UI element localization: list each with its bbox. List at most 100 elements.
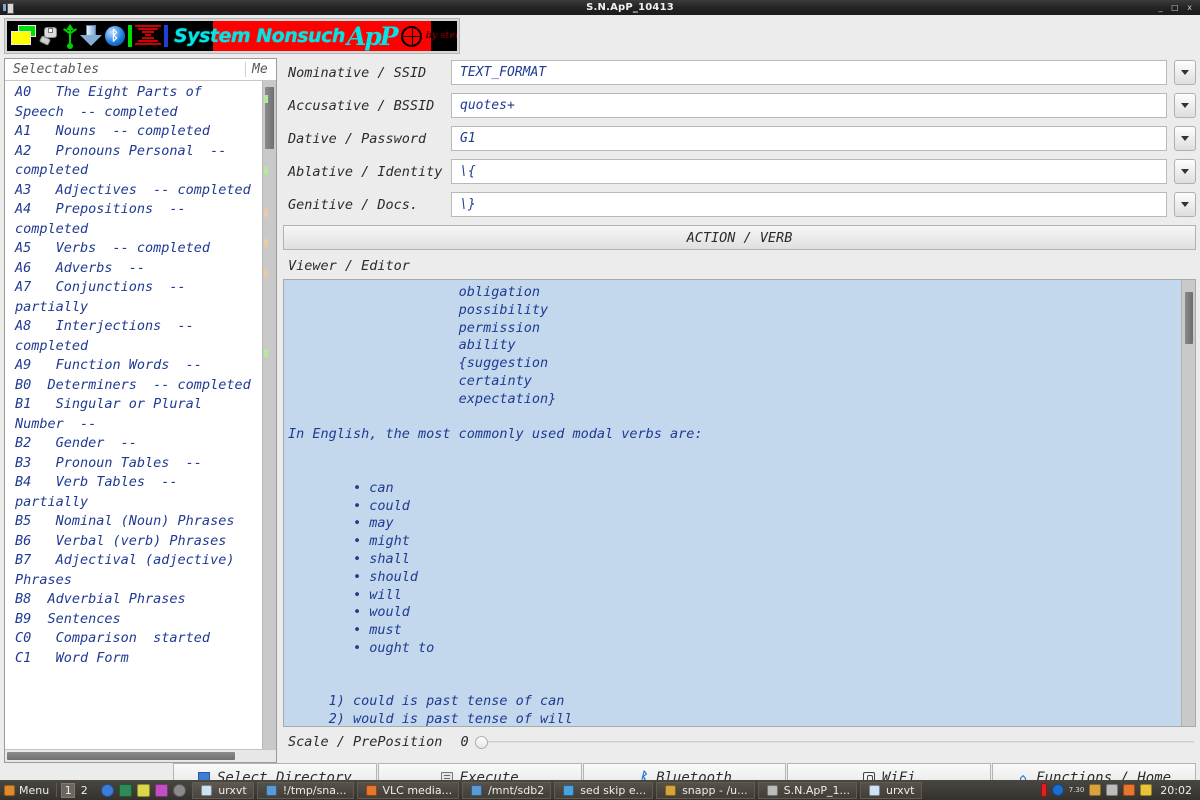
scrollbar-thumb[interactable] [1185,292,1193,344]
file-icon [471,784,483,796]
task-label: urxvt [218,783,247,797]
list-item[interactable]: C1 Word Form [15,649,262,669]
start-menu-button[interactable]: Menu [0,780,56,800]
form-field-row: Ablative / Identity \{ [283,159,1196,184]
vlc-icon [365,784,377,796]
scrollbar-marker [264,349,268,357]
list-item[interactable]: A4 Prepositions -- completed [15,200,262,239]
list-item[interactable]: B5 Nominal (Noun) Phrases [15,512,262,532]
notes-icon[interactable] [137,783,151,797]
field-label: Accusative / BSSID [288,97,435,114]
quick-launch[interactable] [95,783,192,797]
keyboard-icon[interactable] [1106,784,1119,796]
list-item[interactable]: C0 Comparison started [15,629,262,649]
taskbar-task[interactable]: !/tmp/sna... [256,781,354,799]
list-item[interactable]: A1 Nouns -- completed [15,122,262,142]
application-window: ᛒ System Nonsuch ApP by stencae .() Copy… [0,15,1200,793]
clock: 20:02 [1160,783,1192,797]
slider-knob[interactable] [474,736,488,749]
field-input[interactable]: TEXT_FORMAT [451,60,1167,85]
viewer-vertical-scrollbar[interactable] [1181,280,1195,726]
chevron-down-icon[interactable] [1174,60,1196,85]
scrollbar-marker [264,239,268,247]
banner-copyright: by stencae .() Copyright 2020 [425,31,457,41]
viewer-content[interactable]: obligation possibility permission abilit… [284,280,1181,726]
selectables-vertical-scrollbar[interactable] [262,81,276,749]
field-label: Nominative / SSID [288,64,427,81]
banner-brand-text: System Nonsuch [174,25,345,47]
clipboard-icon[interactable] [1089,784,1102,796]
field-input[interactable]: \{ [451,159,1167,184]
main-form-panel: Nominative / SSID TEXT_FORMAT Accusative /… [283,60,1196,760]
chevron-down-icon[interactable] [1174,93,1196,118]
taskbar-task[interactable]: S.N.ApP_1... [757,781,857,799]
list-item[interactable]: B1 Singular or Plural Number -- [15,395,262,434]
scale-slider[interactable] [473,733,1196,751]
list-item[interactable]: A3 Adjectives -- completed [15,181,262,201]
titlebar-icon-group [0,3,120,14]
desktop-2[interactable]: 2 [77,784,91,797]
action-verb-button[interactable]: ACTION / VERB [283,225,1196,250]
globe-icon [400,25,422,47]
desktop-switcher[interactable]: 12 [57,782,95,798]
selectables-header-label: Selectables [13,62,100,77]
taskbar-task[interactable]: urxvt [859,781,922,799]
list-item[interactable]: B9 Sentences [15,610,262,630]
field-input[interactable]: quotes+ [451,93,1167,118]
taskbar-task[interactable]: /mnt/sdb2 [462,781,552,799]
scrollbar-thumb[interactable] [7,752,235,760]
field-input[interactable]: G1 [451,126,1167,151]
battery-icon[interactable] [1040,783,1047,797]
media-icon[interactable] [173,783,187,797]
banner-graphic: ᛒ System Nonsuch ApP by stencae .() Copy… [7,21,457,51]
selectables-list[interactable]: A0 The Eight Parts of Speech -- complete… [5,81,262,668]
list-item[interactable]: B7 Adjectival (adjective) Phrases [15,551,262,590]
chevron-down-icon[interactable] [1174,159,1196,184]
selectables-header-col2: Me [252,62,268,77]
viewer-editor[interactable]: obligation possibility permission abilit… [283,279,1196,727]
list-item[interactable]: B4 Verb Tables -- partially [15,473,262,512]
chevron-down-icon[interactable] [1174,192,1196,217]
window-controls[interactable]: _ □ x [1140,3,1200,12]
terminal-icon[interactable] [119,783,133,797]
list-item[interactable]: B2 Gender -- [15,434,262,454]
list-item[interactable]: A8 Interjections -- completed [15,317,262,356]
list-item[interactable]: B0 Determiners -- completed [15,376,262,396]
taskbar-task[interactable]: snapp - /u... [656,781,755,799]
form-field-row: Accusative / BSSID quotes+ [283,93,1196,118]
edit-icon [563,784,575,796]
bluetooth-icon[interactable] [1051,784,1064,796]
taskbar-task[interactable]: VLC media... [356,781,460,799]
files-icon[interactable] [1140,784,1153,796]
list-item[interactable]: A7 Conjunctions -- partially [15,278,262,317]
gimp-icon[interactable] [155,783,169,797]
app-icon [766,784,778,796]
list-item[interactable]: A6 Adverbs -- [15,259,262,279]
field-label: Ablative / Identity [288,163,443,180]
vlc-icon[interactable] [1123,784,1136,796]
list-item[interactable]: A5 Verbs -- completed [15,239,262,259]
list-item[interactable]: A9 Function Words -- [15,356,262,376]
globe-icon[interactable] [101,783,115,797]
list-item[interactable]: A2 Pronouns Personal -- completed [15,142,262,181]
usb-icon [63,24,77,49]
system-tray[interactable]: 7.30 [1039,783,1161,797]
desktop-1[interactable]: 1 [61,782,76,798]
window-title-bar: S.N.ApP_10413 _ □ x [0,0,1200,15]
chevron-down-icon[interactable] [1174,126,1196,151]
taskbar-task[interactable]: sed skip e... [554,781,654,799]
task-label: urxvt [885,783,915,797]
list-item[interactable]: B3 Pronoun Tables -- [15,454,262,474]
list-item[interactable]: A0 The Eight Parts of Speech -- complete… [15,83,262,122]
taskbar-task[interactable]: urxvt [192,781,254,799]
green-bar-icon [128,25,132,47]
list-item[interactable]: B8 Adverbial Phrases [15,590,262,610]
scale-label: Scale / PrePosition [288,734,443,750]
bluetooth-icon: ᛒ [105,26,125,46]
form-field-row: Nominative / SSID TEXT_FORMAT [283,60,1196,85]
mouse-icon [38,25,60,47]
selectables-horizontal-scrollbar[interactable] [5,749,276,762]
field-input[interactable]: \} [451,192,1167,217]
list-item[interactable]: B6 Verbal (verb) Phrases [15,532,262,552]
task-list[interactable]: urxvt !/tmp/sna... VLC media... /mnt/sdb2 se… [192,781,1039,799]
